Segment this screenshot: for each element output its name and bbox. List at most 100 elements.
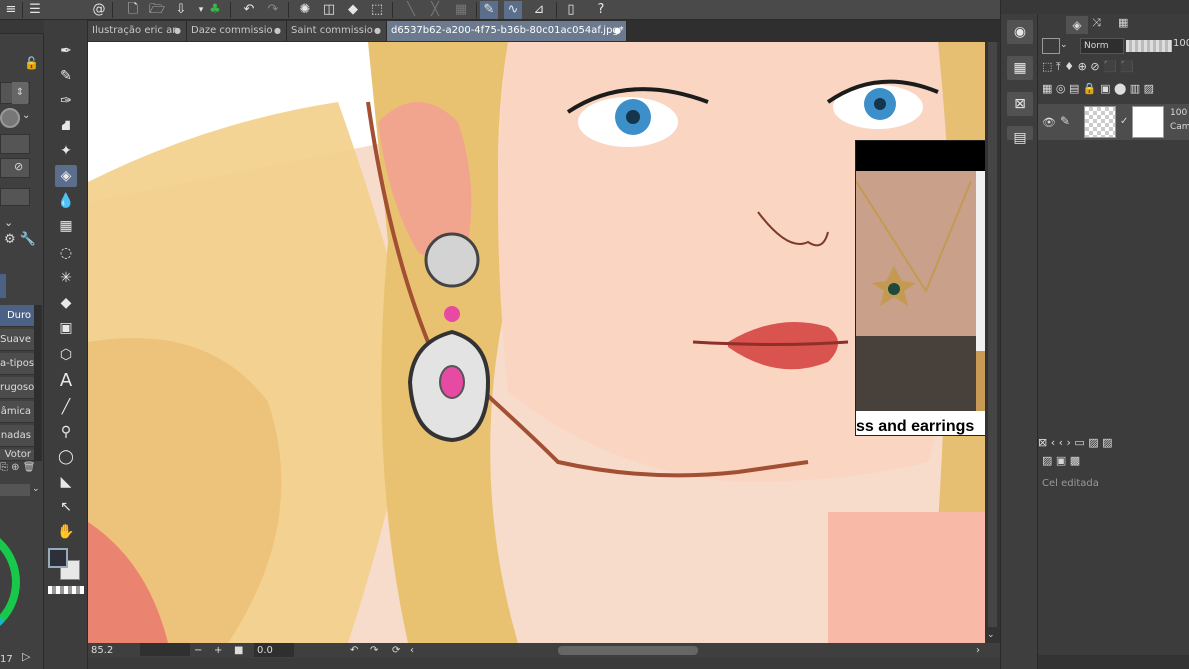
vector-icon[interactable]: ╲ bbox=[402, 1, 420, 19]
eraser-icon[interactable]: ◈ bbox=[55, 165, 77, 187]
save-icon[interactable]: ⇩ bbox=[172, 1, 190, 19]
hand-icon[interactable]: ✋ bbox=[55, 521, 77, 543]
help-icon[interactable]: ? bbox=[592, 1, 610, 19]
rotation-value[interactable]: 0.0 bbox=[254, 643, 294, 657]
ink-icon[interactable]: ✑ bbox=[55, 90, 77, 112]
transparent-color-swatch[interactable] bbox=[48, 586, 84, 594]
blend-mode-select[interactable]: Norm bbox=[1080, 38, 1124, 54]
subtool-vetor[interactable]: Votor bbox=[0, 449, 34, 461]
layers-tab-icon[interactable]: ◈ bbox=[1066, 16, 1088, 34]
chevron-down-icon[interactable]: ⌄ bbox=[1060, 40, 1068, 50]
canvas-vertical-scrollbar[interactable]: ⌄ bbox=[985, 42, 1000, 643]
magic-wand-icon[interactable]: ✳ bbox=[55, 267, 77, 289]
lock-icon[interactable]: 🔓 bbox=[24, 56, 39, 70]
stop-icon[interactable]: ■ bbox=[234, 643, 243, 658]
airbrush-icon[interactable]: ⛘ bbox=[55, 115, 77, 137]
figure-icon[interactable]: ◣ bbox=[55, 471, 77, 493]
scroll-down-icon[interactable]: ⌄ bbox=[987, 630, 995, 640]
grid-tab-icon[interactable]: ▦ bbox=[1118, 16, 1128, 29]
scroll-right-icon[interactable]: › bbox=[976, 643, 980, 658]
tab-ilustracao[interactable]: Ilustração eric ar ● bbox=[88, 21, 187, 41]
color-panel-tab[interactable] bbox=[0, 484, 30, 496]
close-panel-icon[interactable]: ⊠ bbox=[1007, 92, 1033, 116]
bucket-icon[interactable]: ◆ bbox=[55, 292, 77, 314]
tab-daze[interactable]: Daze commissio ● bbox=[187, 21, 287, 41]
navigator-icon[interactable]: ◉ bbox=[1007, 20, 1033, 44]
sparkle-icon[interactable]: ✦ bbox=[55, 140, 77, 162]
cel-tools-row[interactable]: ▨ ▣ ▩ bbox=[1042, 454, 1102, 472]
3d-icon[interactable]: ⬡ bbox=[55, 344, 77, 366]
connector-icon[interactable]: ↖ bbox=[55, 496, 77, 518]
stabilizer-field[interactable] bbox=[0, 188, 30, 206]
subtool-duro[interactable]: Duro bbox=[0, 305, 34, 327]
new-file-icon[interactable]: 🗋 bbox=[124, 1, 142, 19]
settings-wrench-icon[interactable]: ⚙ 🔧 bbox=[4, 232, 36, 247]
grid-icon[interactable]: ▦ bbox=[1007, 56, 1033, 80]
horizontal-scroll-thumb[interactable] bbox=[558, 646, 698, 655]
spiral-icon[interactable]: @ bbox=[90, 1, 108, 19]
tab-close-icon[interactable]: ● bbox=[374, 21, 381, 41]
zoom-value[interactable]: 85.2 bbox=[91, 643, 113, 658]
zoom-slider[interactable] bbox=[140, 643, 190, 656]
line-icon[interactable]: ╱ bbox=[55, 396, 77, 418]
play-icon[interactable]: ▷ bbox=[22, 650, 30, 663]
chevron-down-icon[interactable]: ⌄ bbox=[22, 110, 30, 121]
ruler-pen-icon[interactable]: ✎ bbox=[480, 1, 498, 19]
pen-icon[interactable]: ✒ bbox=[55, 40, 77, 62]
rotate-right-icon[interactable]: ↷ bbox=[370, 643, 378, 658]
subtool-scrollbar[interactable] bbox=[34, 305, 42, 461]
opacity-field[interactable] bbox=[0, 134, 30, 154]
layer-row-1[interactable]: 👁 ✎ ✓ 100 Cam bbox=[1038, 104, 1189, 140]
redo-icon[interactable]: ↷ bbox=[264, 1, 282, 19]
stepper-arrows-icon[interactable]: ⇕ bbox=[12, 82, 28, 104]
reset-rotation-icon[interactable]: ⟳ bbox=[392, 643, 400, 658]
lasso-icon[interactable]: ◌ bbox=[55, 242, 77, 264]
subtool-tipos[interactable]: a-tipos bbox=[0, 353, 34, 375]
subtool-ceramica[interactable]: âmica bbox=[0, 401, 34, 423]
scroll-left-icon[interactable]: ‹ bbox=[410, 643, 414, 658]
tab-reference-jpg[interactable]: d6537b62-a200-4f75-b36b-80c01ac054af.jpg… bbox=[387, 21, 627, 41]
curve-icon[interactable]: ∿ bbox=[504, 1, 522, 19]
subtool-footer-icons[interactable]: ⎘ ⊕ 🗑 bbox=[0, 462, 44, 478]
layers-icon[interactable]: ▤ bbox=[1007, 126, 1033, 146]
layer-tools-row[interactable]: ⬚ ⤒ ♦ ⊕ ⊘ ⬛ ⬛ bbox=[1042, 60, 1189, 78]
phone-icon[interactable]: ▯ bbox=[562, 1, 580, 19]
shuffle-icon[interactable]: ⤨ bbox=[1092, 16, 1101, 30]
spinner-icon[interactable]: ✺ bbox=[296, 1, 314, 19]
chevron-down-icon[interactable]: ⌄ bbox=[32, 484, 40, 494]
zoom-in-icon[interactable]: + bbox=[214, 643, 222, 658]
grass-icon[interactable]: ♣ bbox=[206, 1, 224, 19]
subtool-rugoso[interactable]: rugoso bbox=[0, 377, 34, 399]
menu-lines-icon[interactable]: ≡ bbox=[2, 1, 20, 19]
subtool-suave[interactable]: Suave bbox=[0, 329, 34, 351]
pencil-icon[interactable]: ✎ bbox=[55, 65, 77, 87]
brush-tip-preview[interactable] bbox=[0, 108, 20, 128]
tab-close-icon[interactable]: ● bbox=[614, 21, 621, 41]
visibility-eye-icon[interactable]: 👁 bbox=[1042, 116, 1056, 129]
snap-icon[interactable]: ╳ bbox=[426, 1, 444, 19]
tab-close-icon[interactable]: ● bbox=[174, 21, 181, 41]
layer-tools-row-2[interactable]: ▦ ◎ ▤ 🔒 ▣ ⬤ ▥ ▨ bbox=[1042, 82, 1189, 100]
blank-layer-icon[interactable] bbox=[1042, 38, 1060, 54]
chevron-icon[interactable]: ⌄ bbox=[4, 216, 13, 229]
transform-icon[interactable]: ⬚ bbox=[368, 1, 386, 19]
grid-snap-icon[interactable]: ▦ bbox=[452, 1, 470, 19]
scroll-thumb[interactable] bbox=[988, 42, 997, 627]
ellipse-icon[interactable]: ◯ bbox=[55, 446, 77, 468]
ruler-icon[interactable]: ⊿ bbox=[530, 1, 548, 19]
main-color-swatch[interactable] bbox=[48, 548, 68, 568]
opacity-value[interactable]: 100 bbox=[1173, 38, 1189, 49]
hamburger-icon[interactable]: ☰ bbox=[26, 1, 44, 19]
eyedropper-icon[interactable]: ⚲ bbox=[55, 421, 77, 443]
subtool-molhadas[interactable]: nadas bbox=[0, 425, 34, 447]
color-wheel[interactable] bbox=[0, 520, 26, 644]
text-icon[interactable]: A bbox=[55, 370, 77, 392]
zoom-out-icon[interactable]: − bbox=[194, 643, 202, 658]
blend-icon[interactable]: 💧 bbox=[55, 190, 77, 212]
mesh-icon[interactable]: ▦ bbox=[55, 215, 77, 237]
clear-icon[interactable]: ◫ bbox=[320, 1, 338, 19]
animation-tools-row[interactable]: ⊠ ‹ ‹ › ▭ ▨ ▨ bbox=[1038, 436, 1189, 454]
fill-icon[interactable]: ◆ bbox=[344, 1, 362, 19]
no-pressure-icon[interactable]: ⊘ bbox=[14, 160, 23, 173]
opacity-slider[interactable] bbox=[1126, 40, 1172, 52]
